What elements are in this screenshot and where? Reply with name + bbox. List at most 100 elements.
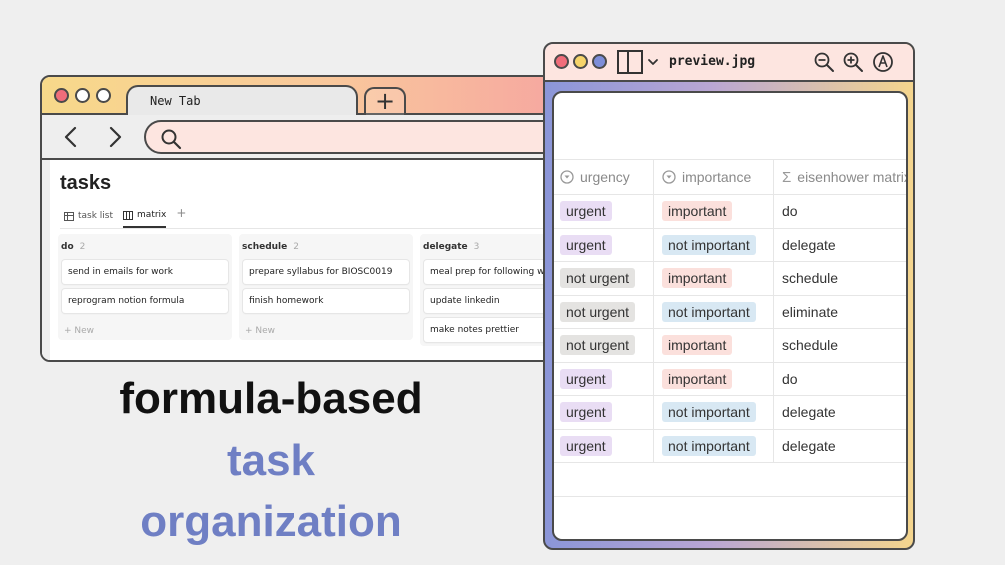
address-bar[interactable]: [144, 120, 568, 154]
table-row[interactable]: urgent important do: [554, 362, 906, 396]
importance-cell[interactable]: important: [654, 195, 774, 228]
matrix-value: delegate: [782, 236, 836, 253]
caption-line-2: task: [226, 436, 316, 485]
column-header-importance[interactable]: importance: [654, 160, 774, 194]
search-icon: [161, 129, 182, 150]
matrix-cell[interactable]: schedule: [774, 262, 906, 295]
board-icon: [123, 210, 134, 220]
sidebar-icon: [617, 50, 658, 74]
table-row[interactable]: not urgent not important eliminate: [554, 295, 906, 329]
browser-tab[interactable]: New Tab: [126, 85, 358, 117]
matrix-value: do: [782, 370, 798, 387]
matrix-cell[interactable]: schedule: [774, 329, 906, 362]
close-window-button[interactable]: [54, 88, 69, 103]
preview-file-name: preview.jpg: [669, 54, 756, 69]
importance-tag: important: [662, 368, 733, 389]
importance-tag: not important: [662, 234, 756, 255]
chevron-right-icon: [109, 126, 122, 148]
sidebar-toggle-button[interactable]: [617, 50, 661, 78]
table-header-row: urgency importance Σ eisenhower matrix: [554, 159, 906, 195]
add-view-button[interactable]: +: [176, 207, 186, 228]
new-card-button[interactable]: + New: [245, 326, 275, 336]
markup-button[interactable]: [872, 51, 894, 77]
browser-tab-title: New Tab: [150, 94, 201, 108]
importance-cell[interactable]: not important: [654, 429, 774, 462]
importance-tag: important: [662, 201, 733, 222]
importance-tag: not important: [662, 402, 756, 423]
table-icon: [64, 211, 74, 221]
task-card[interactable]: reprogram notion formula: [62, 289, 228, 313]
importance-cell[interactable]: important: [654, 362, 774, 395]
urgency-tag: not urgent: [560, 335, 636, 356]
urgency-cell[interactable]: urgent: [554, 396, 654, 429]
urgency-tag: urgent: [560, 234, 612, 255]
forward-button[interactable]: [102, 123, 128, 151]
notion-page: tasks task list matrix + do 2 send in ema…: [42, 160, 568, 360]
empty-row: [554, 463, 906, 497]
matrix-cell[interactable]: do: [774, 195, 906, 228]
urgency-tag: not urgent: [560, 268, 636, 289]
board-column-schedule: schedule 2 prepare syllabus for BIOSC0019…: [239, 234, 413, 340]
tab-label: matrix: [137, 210, 167, 220]
tab-matrix[interactable]: matrix: [123, 208, 167, 228]
maximize-window-button[interactable]: [592, 54, 607, 69]
close-window-button[interactable]: [554, 54, 569, 69]
importance-cell[interactable]: not important: [654, 228, 774, 261]
urgency-tag: urgent: [560, 201, 612, 222]
importance-tag: not important: [662, 435, 756, 456]
matrix-value: delegate: [782, 404, 836, 421]
importance-cell[interactable]: important: [654, 329, 774, 362]
urgency-cell[interactable]: not urgent: [554, 329, 654, 362]
column-header: do 2: [61, 242, 86, 252]
caption-line-3: organization: [140, 497, 402, 546]
browser-nav-bar: [42, 115, 568, 160]
table-row[interactable]: urgent not important delegate: [554, 429, 906, 463]
new-tab-button[interactable]: +: [364, 87, 406, 115]
importance-cell[interactable]: not important: [654, 396, 774, 429]
browser-window: New Tab + tasks task list matrix + do 2 …: [40, 75, 570, 362]
matrix-cell[interactable]: delegate: [774, 396, 906, 429]
back-button[interactable]: [58, 123, 84, 151]
new-card-button[interactable]: + New: [64, 326, 94, 336]
markup-pen-icon: [873, 52, 893, 72]
table-row[interactable]: urgent important do: [554, 195, 906, 229]
task-card[interactable]: finish homework: [243, 289, 409, 313]
column-count: 2: [79, 242, 86, 252]
importance-cell[interactable]: important: [654, 262, 774, 295]
importance-cell[interactable]: not important: [654, 295, 774, 328]
matrix-cell[interactable]: eliminate: [774, 296, 906, 329]
preview-image: urgency importance Σ eisenhower matrix u…: [552, 91, 908, 541]
table-row[interactable]: not urgent important schedule: [554, 329, 906, 363]
matrix-cell[interactable]: do: [774, 363, 906, 396]
urgency-cell[interactable]: urgent: [554, 362, 654, 395]
minimize-window-button[interactable]: [75, 88, 90, 103]
urgency-tag: urgent: [560, 368, 612, 389]
table-row[interactable]: urgent not important delegate: [554, 228, 906, 262]
urgency-cell[interactable]: not urgent: [554, 295, 654, 328]
importance-tag: important: [662, 335, 733, 356]
urgency-cell[interactable]: urgent: [554, 228, 654, 261]
urgency-cell[interactable]: not urgent: [554, 262, 654, 295]
urgency-cell[interactable]: urgent: [554, 429, 654, 462]
column-header-urgency[interactable]: urgency: [554, 160, 654, 194]
matrix-cell[interactable]: delegate: [774, 229, 906, 262]
zoom-in-icon: [843, 52, 863, 72]
minimize-window-button[interactable]: [573, 54, 588, 69]
matrix-value: delegate: [782, 437, 836, 454]
task-card[interactable]: send in emails for work: [62, 260, 228, 284]
urgency-cell[interactable]: urgent: [554, 195, 654, 228]
table-row[interactable]: not urgent important schedule: [554, 262, 906, 296]
browser-tab-bar: New Tab +: [42, 77, 568, 117]
column-header: schedule 2: [242, 242, 299, 252]
importance-tag: not important: [662, 301, 756, 322]
task-card[interactable]: prepare syllabus for BIOSC0019: [243, 260, 409, 284]
table-body: urgent important do urgent not important dele…: [554, 195, 906, 497]
zoom-in-button[interactable]: [842, 51, 864, 77]
table-row[interactable]: urgent not important delegate: [554, 396, 906, 430]
tab-task-list[interactable]: task list: [64, 208, 113, 228]
zoom-out-button[interactable]: [813, 51, 835, 77]
maximize-window-button[interactable]: [96, 88, 111, 103]
matrix-cell[interactable]: delegate: [774, 430, 906, 463]
column-header-eisenhower-matrix[interactable]: Σ eisenhower matrix: [774, 160, 906, 194]
page-title: tasks: [60, 172, 112, 194]
